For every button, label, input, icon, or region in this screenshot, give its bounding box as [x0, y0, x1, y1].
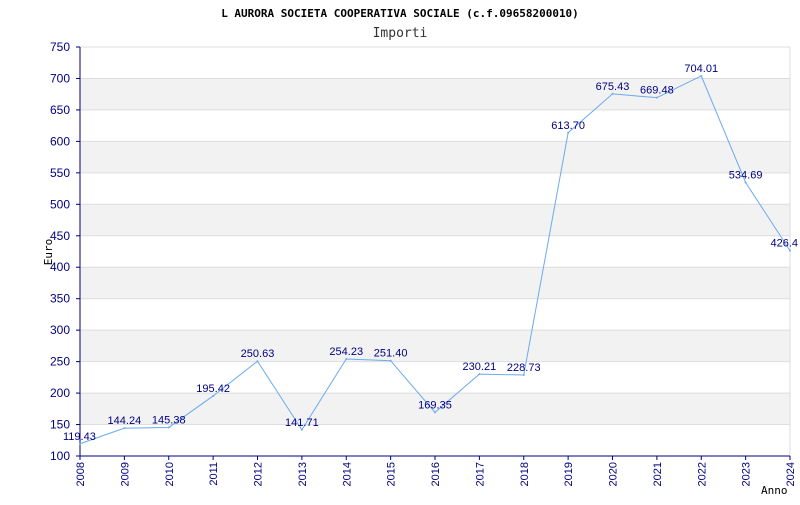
y-tick-label: 100: [50, 449, 70, 463]
data-label: 228.73: [507, 362, 541, 374]
data-point: [345, 357, 348, 360]
data-label: 141.71: [285, 417, 319, 429]
data-label: 669.48: [640, 85, 674, 97]
data-point: [434, 411, 436, 414]
series-line: [79, 75, 791, 445]
data-label: 251.40: [374, 348, 408, 360]
chart-svg: 1001502002503003504004505005506006507007…: [42, 7, 798, 497]
data-point: [655, 96, 658, 99]
x-tick-label: 2020: [608, 462, 620, 486]
data-label: 230.21: [463, 361, 497, 373]
x-tick-label: 2010: [164, 462, 176, 486]
data-point: [478, 373, 481, 376]
data-point: [789, 249, 791, 252]
x-tick-label: 2016: [430, 462, 442, 486]
y-tick-label: 700: [50, 71, 70, 85]
data-label: 675.43: [596, 81, 630, 93]
y-tick-label: 200: [50, 386, 70, 400]
x-tick-label: 2017: [474, 462, 486, 486]
x-tick-label: 2019: [563, 462, 575, 486]
data-point: [522, 373, 525, 376]
data-point: [744, 181, 747, 184]
data-point: [79, 442, 81, 445]
x-tick-label: 2018: [519, 462, 531, 486]
y-tick-label: 250: [50, 355, 70, 369]
data-label: 254.23: [329, 346, 363, 358]
x-tick-label: 2008: [75, 462, 87, 486]
data-point: [700, 74, 703, 77]
x-tick-label: 2015: [386, 462, 398, 486]
grid-band: [80, 267, 790, 299]
data-point: [567, 131, 570, 134]
grid-band: [80, 141, 790, 173]
y-tick-label: 650: [50, 103, 70, 117]
y-tick-label: 750: [50, 40, 70, 54]
x-tick-label: 2011: [208, 462, 220, 486]
chart: 100 150 200 250 300 350 400 450 500 550 600 650 700 7…: [0, 0, 800, 500]
data-point: [167, 426, 170, 429]
x-tick-label: 2023: [741, 462, 753, 486]
y-tick-label: 500: [50, 197, 70, 211]
data-label: 534.69: [729, 169, 763, 181]
x-tick-label: 2009: [119, 462, 131, 486]
data-point: [212, 394, 215, 397]
data-label: 613.70: [551, 120, 585, 132]
data-label: 195.42: [196, 383, 230, 395]
y-tick-label: 550: [50, 166, 70, 180]
y-axis-label: Euro: [42, 239, 55, 266]
x-tick-label: 2014: [341, 462, 353, 486]
x-axis-label: Anno: [761, 484, 788, 497]
y-tick-label: 350: [50, 292, 70, 306]
data-label: 144.24: [108, 415, 142, 427]
data-label: 145.38: [152, 414, 186, 426]
x-tick-label: 2021: [652, 462, 664, 486]
y-tick-label: 150: [50, 418, 70, 432]
data-label: 169.35: [418, 399, 452, 411]
data-point: [389, 359, 392, 362]
x-tick-label: 2022: [696, 462, 708, 486]
data-label: 250.63: [241, 348, 275, 360]
x-tick-labels: 2008 2009 2010 2011 2012 2013 2014 2015 2016 2017…: [75, 456, 797, 486]
data-point: [611, 92, 614, 95]
data-label: 119.43: [63, 431, 96, 443]
x-tick-label: 2012: [253, 462, 265, 486]
y-tick-label: 600: [50, 134, 70, 148]
data-label: 426.4: [770, 238, 798, 250]
plot-bands: [80, 78, 790, 425]
x-tick-label: 2024: [785, 462, 797, 486]
grid-band: [80, 330, 790, 362]
data-label: 704.01: [684, 63, 718, 75]
chart-subtitle: Importi: [373, 26, 428, 41]
data-labels: 119.43 144.24 145.38 195.42 250.63 141.71 254.…: [63, 63, 798, 445]
data-point: [256, 360, 259, 363]
grid-band: [80, 204, 790, 236]
grid-band: [80, 78, 790, 110]
y-tick-label: 300: [50, 323, 70, 337]
x-tick-label: 2013: [297, 462, 309, 486]
chart-title: L AURORA SOCIETA COOPERATIVA SOCIALE (c.…: [221, 7, 579, 20]
data-point: [123, 427, 126, 430]
data-point: [300, 428, 303, 431]
